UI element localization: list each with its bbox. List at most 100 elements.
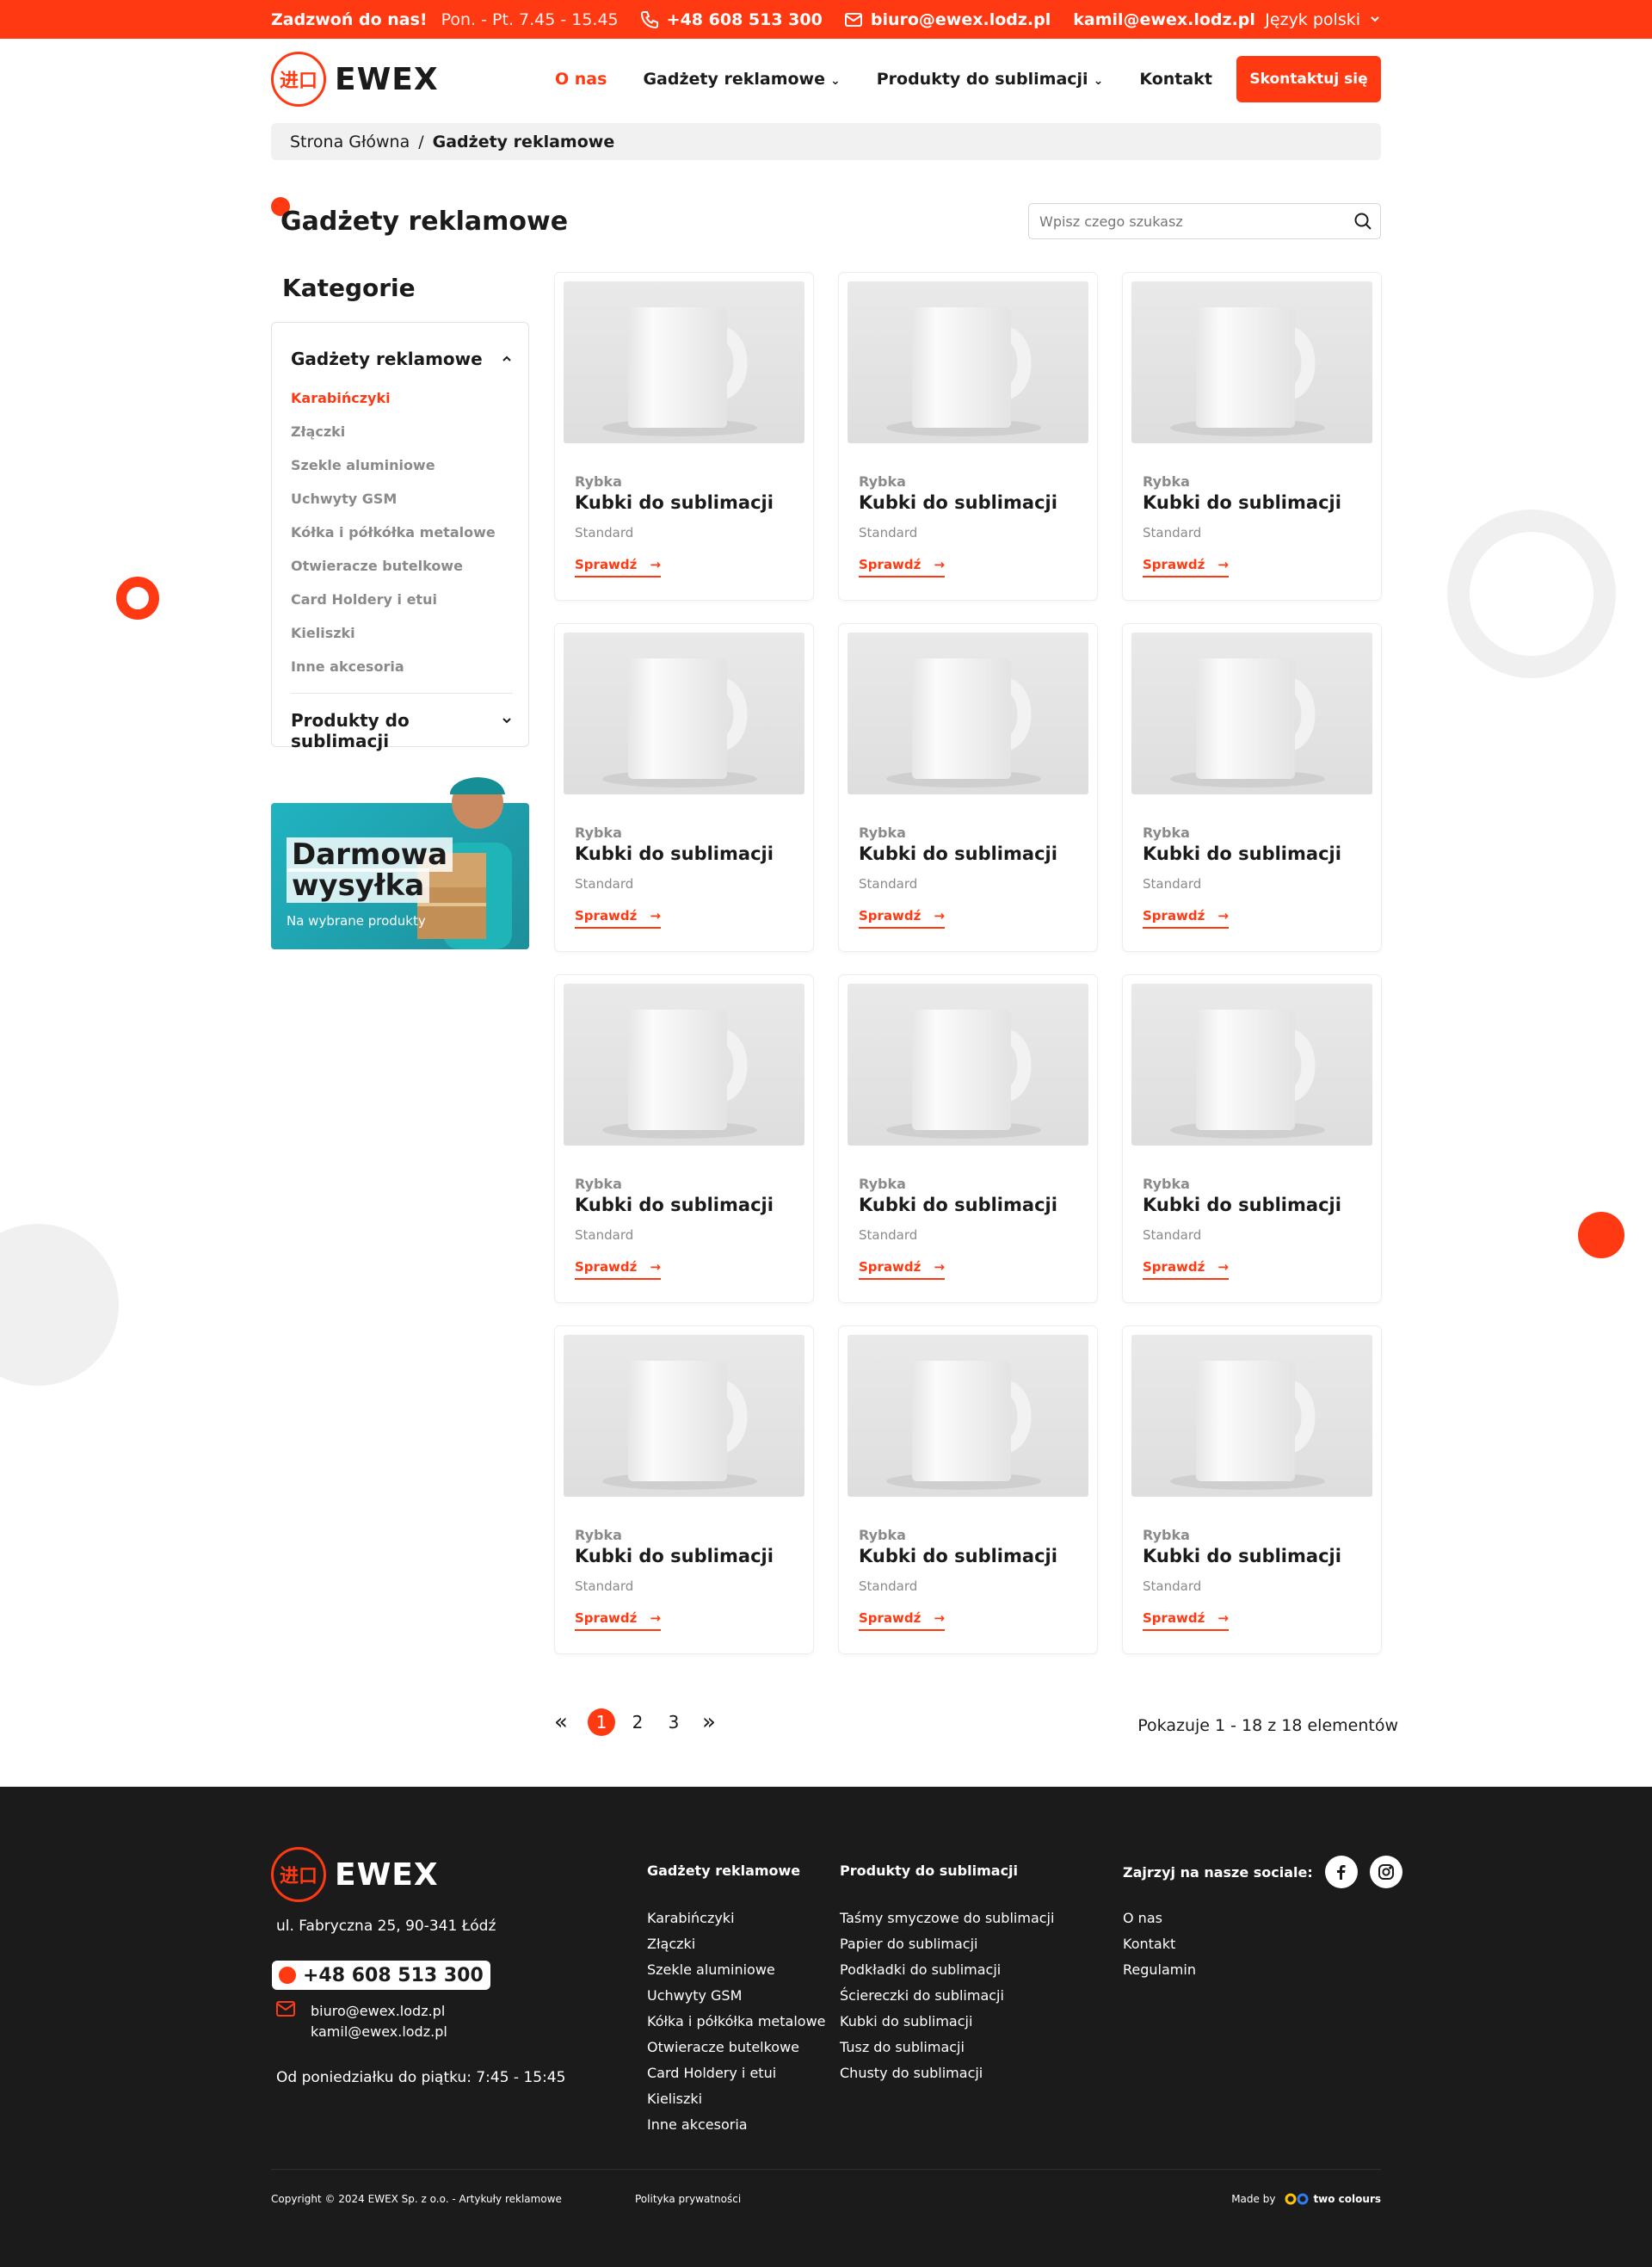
product-card[interactable]: Rybka Kubki do sublimacji Standard Sprawdź → (1123, 273, 1381, 600)
footer-link[interactable]: Kubki do sublimacji (840, 2013, 1054, 2039)
product-card[interactable]: Rybka Kubki do sublimacji Standard Sprawdź → (555, 1326, 813, 1653)
nav-item-kontakt[interactable]: Kontakt (1139, 70, 1212, 89)
check-product-link[interactable]: Sprawdź → (575, 1610, 661, 1631)
category-item[interactable]: Otwieracze butelkowe (291, 558, 496, 591)
breadcrumb-home[interactable]: Strona Główna (290, 133, 410, 151)
product-name[interactable]: Kubki do sublimacji (1143, 843, 1341, 864)
footer-link[interactable]: Card Holdery i etui (647, 2065, 826, 2091)
check-product-link[interactable]: Sprawdź → (859, 1610, 945, 1631)
product-image[interactable] (1131, 984, 1372, 1146)
instagram-icon[interactable] (1369, 1856, 1402, 1888)
page-number[interactable]: 2 (624, 1708, 651, 1736)
footer-link[interactable]: Szekle aluminiowe (647, 1961, 826, 1987)
product-name[interactable]: Kubki do sublimacji (1143, 492, 1341, 513)
footer-link[interactable]: Karabińczyki (647, 1910, 826, 1936)
product-image[interactable] (564, 984, 804, 1146)
product-image[interactable] (848, 281, 1088, 443)
footer-link[interactable]: Uchwyty GSM (647, 1987, 826, 2013)
category-item[interactable]: Kółka i półkółka metalowe (291, 524, 496, 558)
product-card[interactable]: Rybka Kubki do sublimacji Standard Sprawdź → (839, 1326, 1097, 1653)
product-image[interactable] (564, 281, 804, 443)
product-image[interactable] (564, 633, 804, 794)
product-card[interactable]: Rybka Kubki do sublimacji Standard Sprawdź → (839, 273, 1097, 600)
category-item[interactable]: Card Holdery i etui (291, 591, 496, 625)
category-item[interactable]: Karabińczyki (291, 390, 496, 423)
product-name[interactable]: Kubki do sublimacji (859, 843, 1057, 864)
product-name[interactable]: Kubki do sublimacji (859, 492, 1057, 513)
footer-link[interactable]: Złączki (647, 1936, 826, 1961)
product-card[interactable]: Rybka Kubki do sublimacji Standard Sprawdź → (839, 624, 1097, 951)
check-product-link[interactable]: Sprawdź → (575, 908, 661, 929)
product-name[interactable]: Kubki do sublimacji (575, 843, 774, 864)
check-product-link[interactable]: Sprawdź → (575, 557, 661, 578)
product-card[interactable]: Rybka Kubki do sublimacji Standard Sprawdź → (555, 624, 813, 951)
product-image[interactable] (564, 1335, 804, 1497)
category-group-gadzety[interactable]: Gadżety reklamowe (291, 349, 513, 369)
product-image[interactable] (848, 1335, 1088, 1497)
check-product-link[interactable]: Sprawdź → (1143, 1610, 1229, 1631)
product-name[interactable]: Kubki do sublimacji (859, 1195, 1057, 1215)
category-item[interactable]: Inne akcesoria (291, 658, 496, 692)
category-item[interactable]: Szekle aluminiowe (291, 457, 496, 491)
product-name[interactable]: Kubki do sublimacji (859, 1546, 1057, 1566)
contact-button[interactable]: Skontaktuj się (1236, 56, 1381, 102)
nav-item-produkty[interactable]: Produkty do sublimacji ⌄ (877, 70, 1104, 89)
product-name[interactable]: Kubki do sublimacji (575, 1546, 774, 1566)
category-item[interactable]: Złączki (291, 423, 496, 457)
product-card[interactable]: Rybka Kubki do sublimacji Standard Sprawdź → (555, 273, 813, 600)
product-card[interactable]: Rybka Kubki do sublimacji Standard Sprawdź → (1123, 1326, 1381, 1653)
footer-phone[interactable]: +48 608 513 300 (272, 1961, 490, 1990)
product-card[interactable]: Rybka Kubki do sublimacji Standard Sprawdź → (555, 975, 813, 1302)
search-icon[interactable] (1346, 204, 1380, 238)
footer-email-biuro[interactable]: biuro@ewex.lodz.pl (311, 2001, 447, 2022)
product-image[interactable] (1131, 633, 1372, 794)
product-card[interactable]: Rybka Kubki do sublimacji Standard Sprawdź → (1123, 624, 1381, 951)
product-image[interactable] (848, 633, 1088, 794)
footer-link[interactable]: Inne akcesoria (647, 2116, 826, 2142)
product-name[interactable]: Kubki do sublimacji (1143, 1195, 1341, 1215)
page-number[interactable]: 1 (588, 1708, 615, 1736)
footer-link[interactable]: Kieliszki (647, 2091, 826, 2116)
product-name[interactable]: Kubki do sublimacji (575, 492, 774, 513)
logo[interactable]: 进口 EWEX (271, 52, 439, 107)
check-product-link[interactable]: Sprawdź → (1143, 908, 1229, 929)
product-image[interactable] (848, 984, 1088, 1146)
product-image[interactable] (1131, 281, 1372, 443)
facebook-icon[interactable] (1324, 1856, 1358, 1888)
check-product-link[interactable]: Sprawdź → (1143, 557, 1229, 578)
product-image[interactable] (1131, 1335, 1372, 1497)
product-name[interactable]: Kubki do sublimacji (575, 1195, 774, 1215)
search-input[interactable] (1029, 205, 1346, 238)
product-card[interactable]: Rybka Kubki do sublimacji Standard Sprawdź → (839, 975, 1097, 1302)
footer-link[interactable]: Otwieracze butelkowe (647, 2039, 826, 2065)
product-name[interactable]: Kubki do sublimacji (1143, 1546, 1341, 1566)
check-product-link[interactable]: Sprawdź → (859, 908, 945, 929)
privacy-policy-link[interactable]: Polityka prywatności (635, 2193, 741, 2205)
footer-link[interactable]: Papier do sublimacji (840, 1936, 1054, 1961)
email-link-biuro[interactable]: biuro@ewex.lodz.pl (871, 10, 1051, 29)
pagination-prev[interactable]: « (551, 1709, 571, 1735)
free-shipping-banner[interactable]: Darmowa wysyłka Na wybrane produkty (271, 777, 529, 949)
footer-logo[interactable]: 进口 EWEX (271, 1847, 439, 1902)
nav-item-o-nas[interactable]: O nas (555, 70, 607, 89)
footer-link[interactable]: Podkładki do sublimacji (840, 1961, 1054, 1987)
footer-link[interactable]: Chusty do sublimacji (840, 2065, 1054, 2091)
footer-link[interactable]: Tusz do sublimacji (840, 2039, 1054, 2065)
category-item[interactable]: Kieliszki (291, 625, 496, 658)
phone-link[interactable]: +48 608 513 300 (667, 10, 823, 29)
footer-link[interactable]: Kółka i półkółka metalowe (647, 2013, 826, 2039)
footer-link[interactable]: Ściereczki do sublimacji (840, 1987, 1054, 2013)
category-item[interactable]: Uchwyty GSM (291, 491, 496, 524)
footer-link[interactable]: Regulamin (1123, 1961, 1196, 1987)
footer-link[interactable]: Kontakt (1123, 1936, 1196, 1961)
page-number[interactable]: 3 (660, 1708, 687, 1736)
category-group-produkty[interactable]: Produkty do sublimacji (291, 710, 513, 751)
email-link-kamil[interactable]: kamil@ewex.lodz.pl (1073, 10, 1255, 29)
agency-link[interactable]: two colours (1284, 2193, 1381, 2205)
product-card[interactable]: Rybka Kubki do sublimacji Standard Sprawdź → (1123, 975, 1381, 1302)
check-product-link[interactable]: Sprawdź → (1143, 1259, 1229, 1280)
check-product-link[interactable]: Sprawdź → (859, 1259, 945, 1280)
pagination-next[interactable]: » (699, 1709, 719, 1735)
check-product-link[interactable]: Sprawdź → (575, 1259, 661, 1280)
check-product-link[interactable]: Sprawdź → (859, 557, 945, 578)
